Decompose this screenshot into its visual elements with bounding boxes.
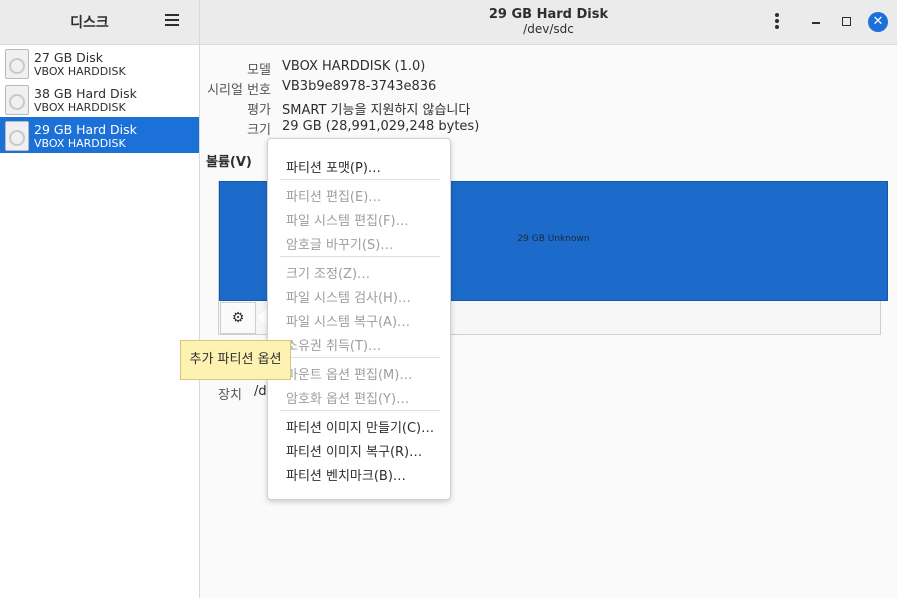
partition-options-menu: 파티션 포맷(P)… 파티션 편집(E)… 파일 시스템 편집(F)… 암호글 … xyxy=(267,138,451,500)
disk-model: VBOX HARDDISK xyxy=(34,65,126,78)
disk-device-path: /dev/sdc xyxy=(523,22,574,36)
menu-item-edit-filesystem[interactable]: 파일 시스템 편집(F)… xyxy=(286,210,409,229)
disk-name: 38 GB Hard Disk xyxy=(34,86,137,101)
app-title: 디스크 xyxy=(70,15,109,31)
gear-icon[interactable]: ⚙ xyxy=(220,302,256,334)
rating-label: 평가 xyxy=(247,103,271,118)
serial-value: VB3b9e8978-3743e836 xyxy=(282,79,437,94)
menu-separator xyxy=(280,410,440,411)
minimize-button[interactable] xyxy=(807,12,827,32)
menu-item-change-passphrase[interactable]: 암호글 바꾸기(S)… xyxy=(286,234,393,253)
close-button[interactable]: ✕ xyxy=(868,12,888,32)
size-value: 29 GB (28,991,029,248 bytes) xyxy=(282,119,480,134)
menu-item-resize[interactable]: 크기 조정(Z)… xyxy=(286,263,370,282)
disk-model: VBOX HARDDISK xyxy=(34,101,126,114)
menu-item-edit-mount-options[interactable]: 마운트 옵션 편집(M)… xyxy=(286,364,412,383)
disk-item-29gb[interactable]: 29 GB Hard Disk VBOX HARDDISK xyxy=(0,117,199,153)
model-label: 모델 xyxy=(247,63,271,78)
disk-name: 29 GB Hard Disk xyxy=(34,122,137,137)
menu-item-create-image[interactable]: 파티션 이미지 만들기(C)… xyxy=(286,417,434,436)
hamburger-menu-icon[interactable] xyxy=(165,14,179,26)
sidebar-header: 디스크 xyxy=(0,0,199,45)
menu-item-edit-partition[interactable]: 파티션 편집(E)… xyxy=(286,186,381,205)
menu-item-check-filesystem[interactable]: 파일 시스템 검사(H)… xyxy=(286,287,411,306)
model-value: VBOX HARDDISK (1.0) xyxy=(282,59,426,74)
gear-tooltip: 추가 파티션 옵션 xyxy=(180,340,291,380)
disk-model: VBOX HARDDISK xyxy=(34,137,126,150)
menu-item-format-partition[interactable]: 파티션 포맷(P)… xyxy=(286,157,381,176)
menu-separator xyxy=(280,256,440,257)
menu-item-benchmark[interactable]: 파티션 벤치마크(B)… xyxy=(286,465,406,484)
device-value: /d xyxy=(254,384,267,399)
popover-arrow xyxy=(257,308,267,326)
disk-name: 27 GB Disk xyxy=(34,50,103,65)
menu-item-edit-encryption-options[interactable]: 암호화 옵션 편집(Y)… xyxy=(286,388,409,407)
device-label: 장치 xyxy=(218,388,242,403)
hard-disk-icon xyxy=(5,85,29,115)
disk-title: 29 GB Hard Disk xyxy=(488,7,609,22)
menu-separator xyxy=(280,357,440,358)
disk-item-27gb[interactable]: 27 GB Disk VBOX HARDDISK xyxy=(0,45,199,81)
menu-separator xyxy=(280,179,440,180)
hard-disk-icon xyxy=(5,49,29,79)
rating-value: SMART 기능을 지원하지 않습니다 xyxy=(282,103,471,118)
maximize-button[interactable] xyxy=(837,12,857,32)
menu-item-restore-image[interactable]: 파티션 이미지 복구(R)… xyxy=(286,441,422,460)
more-options-icon[interactable] xyxy=(775,13,779,31)
menu-item-repair-filesystem[interactable]: 파일 시스템 복구(A)… xyxy=(286,311,410,330)
hard-disk-icon xyxy=(5,121,29,151)
main-header: 29 GB Hard Disk /dev/sdc ✕ xyxy=(200,0,897,45)
disk-item-38gb[interactable]: 38 GB Hard Disk VBOX HARDDISK xyxy=(0,81,199,117)
volumes-heading: 볼륨(V) xyxy=(206,155,252,170)
disk-sidebar: 디스크 27 GB Disk VBOX HARDDISK 38 GB Hard … xyxy=(0,0,200,598)
serial-label: 시리얼 번호 xyxy=(207,83,271,98)
size-label: 크기 xyxy=(247,123,271,138)
menu-item-take-ownership[interactable]: 소유권 취득(T)… xyxy=(286,335,381,354)
